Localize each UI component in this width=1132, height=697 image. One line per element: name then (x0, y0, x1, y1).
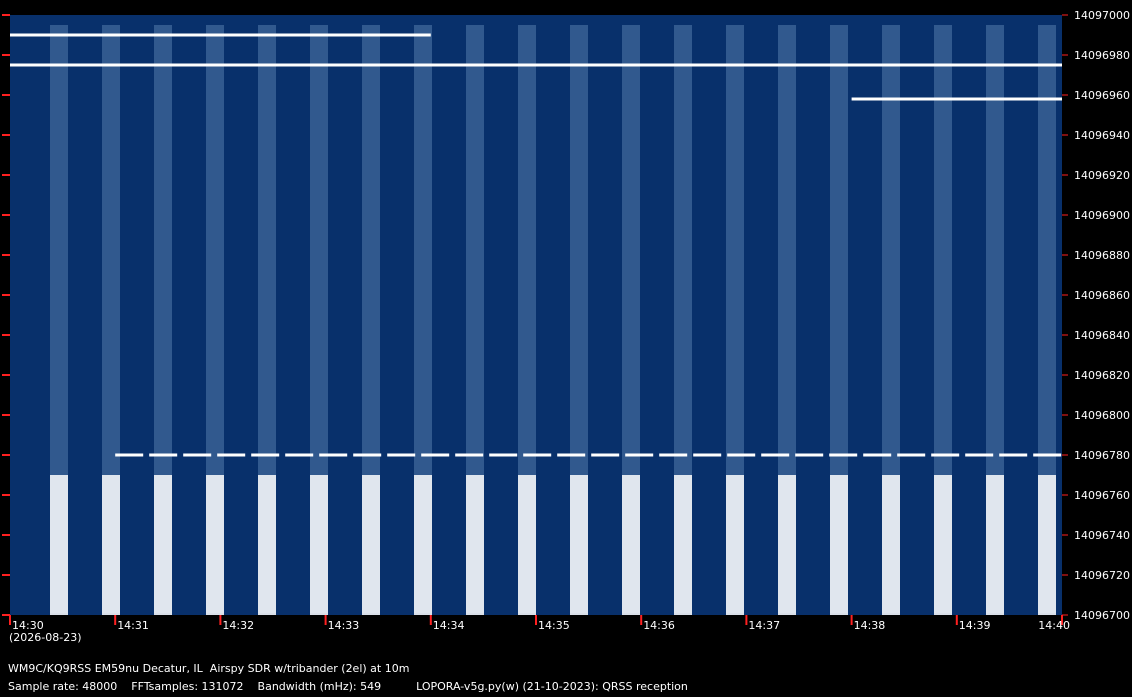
reception-parameters: Sample rate: 48000 FFTsamples: 131072 Ba… (8, 680, 688, 693)
y-tick-label: 14096700 (1074, 609, 1130, 622)
y-tick-label: 14096760 (1074, 489, 1130, 502)
signal-band-strong (882, 475, 900, 615)
x-tick-label: 14:40 (1038, 619, 1070, 632)
x-tick-label: 14:35 (538, 619, 570, 632)
y-tick-label: 14096980 (1074, 49, 1130, 62)
signal-band-strong (830, 475, 848, 615)
signal-band-strong (102, 475, 120, 615)
y-tick-label: 14096840 (1074, 329, 1130, 342)
y-tick-label: 14096740 (1074, 529, 1130, 542)
y-tick-label: 14096780 (1074, 449, 1130, 462)
x-tick-label: 14:33 (328, 619, 360, 632)
station-info: WM9C/KQ9RSS EM59nu Decatur, IL Airspy SD… (8, 662, 410, 675)
y-tick-label: 14096860 (1074, 289, 1130, 302)
signal-band-strong (726, 475, 744, 615)
y-tick-label: 14096720 (1074, 569, 1130, 582)
y-tick-label: 14096940 (1074, 129, 1130, 142)
signal-band-strong (466, 475, 484, 615)
spectrogram-chart: 14097000 14096980 14096960 14096940 14096920… (2, 9, 1130, 632)
x-tick-label: 14:31 (117, 619, 149, 632)
signal-band-strong (570, 475, 588, 615)
signal-band-strong (310, 475, 328, 615)
signal-band-strong (50, 475, 68, 615)
x-tick-label: 14:36 (643, 619, 675, 632)
signal-band-strong (518, 475, 536, 615)
signal-band-strong (258, 475, 276, 615)
signal-band-strong (934, 475, 952, 615)
y-tick-label: 14096920 (1074, 169, 1130, 182)
signal-band-strong (206, 475, 224, 615)
y-tick-label: 14096960 (1074, 89, 1130, 102)
y-tick-label: 14096900 (1074, 209, 1130, 222)
signal-band-strong (414, 475, 432, 615)
y-tick-label: 14096820 (1074, 369, 1130, 382)
x-tick-label: 14:37 (748, 619, 780, 632)
x-axis: 14:30 14:31 14:32 14:33 14:34 14:35 14:36 14:37… (9, 615, 1070, 632)
x-tick-label: 14:39 (959, 619, 991, 632)
signal-band-strong (674, 475, 692, 615)
y-tick-label: 14097000 (1074, 9, 1130, 22)
y-tick-label: 14096880 (1074, 249, 1130, 262)
signal-band-strong (778, 475, 796, 615)
signal-band-strong (622, 475, 640, 615)
x-tick-label: 14:38 (854, 619, 886, 632)
signal-band-strong (154, 475, 172, 615)
signal-band-strong (362, 475, 380, 615)
y-tick-label: 14096800 (1074, 409, 1130, 422)
x-tick-label: 14:34 (433, 619, 465, 632)
signal-band-strong (986, 475, 1004, 615)
x-tick-label: 14:32 (222, 619, 254, 632)
signal-band-strong (1038, 475, 1056, 615)
date-label: (2026-08-23) (9, 631, 82, 644)
